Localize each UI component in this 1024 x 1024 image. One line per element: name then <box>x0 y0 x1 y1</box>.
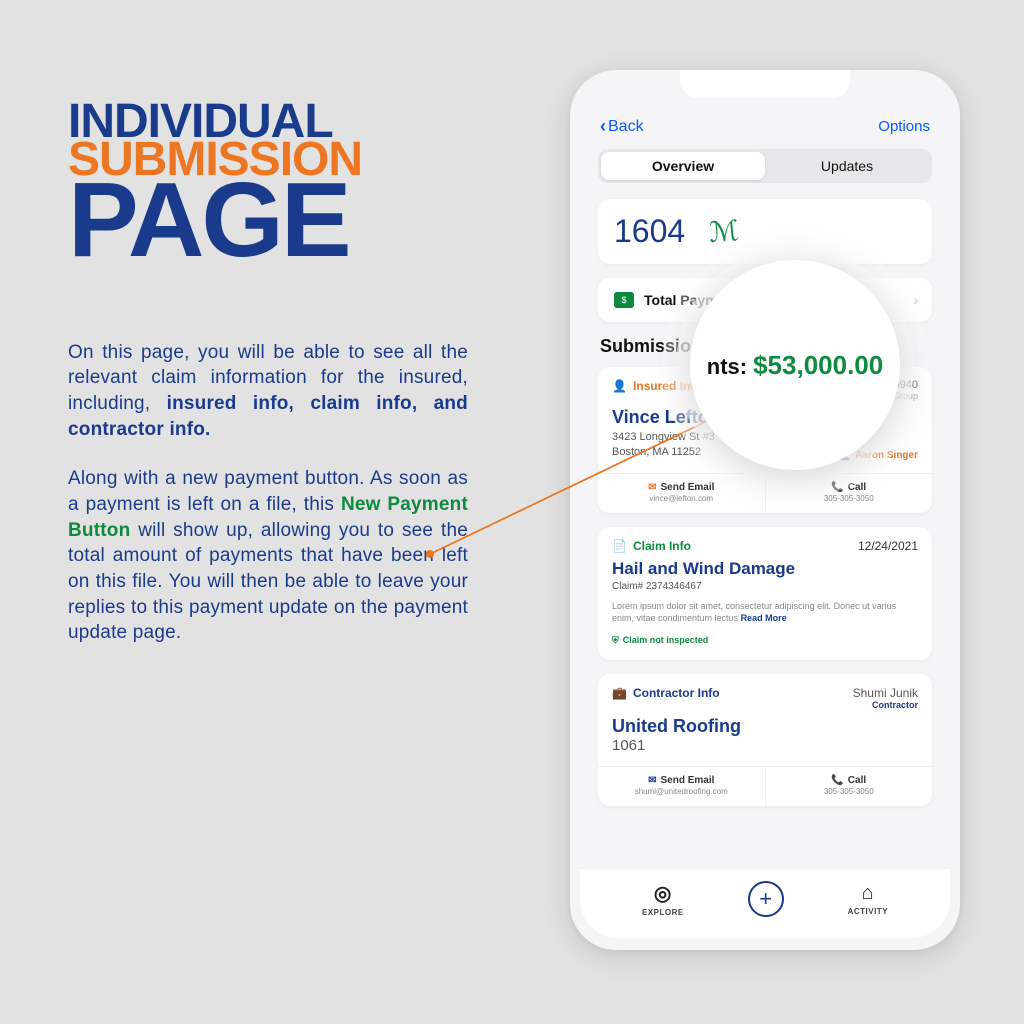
claim-status-chip: ⛨ Claim not inspected <box>612 635 918 660</box>
contractor-send-email-button[interactable]: ✉ Send Email shumi@unitedroofing.com <box>598 767 766 806</box>
description-block: On this page, you will be able to see al… <box>68 340 468 646</box>
magnifier-amount: $53,000.00 <box>753 350 883 381</box>
plus-icon: + <box>759 886 772 912</box>
claim-description: Lorem ipsum dolor sit amet, consectetur … <box>612 600 918 625</box>
contractor-person: Shumi Junik Contractor <box>853 686 918 710</box>
description-paragraph-1: On this page, you will be able to see al… <box>68 340 468 443</box>
contractor-company: United Roofing <box>612 716 918 737</box>
insured-actions: ✉ Send Email vince@lefton.com 📞 Call 305-3… <box>598 473 932 513</box>
contractor-number: 1061 <box>612 737 918 754</box>
assignee-name: Aaron Singer <box>855 450 918 461</box>
compass-icon: ◎ <box>642 881 684 906</box>
status-icon: ⛨ <box>612 635 619 646</box>
contractor-email-label: Send Email <box>660 775 714 786</box>
contractor-label: Contractor Info <box>633 686 720 700</box>
headline-block: INDIVIDUAL SUBMISSION PAGE <box>68 100 488 270</box>
contractor-email-value: shumi@unitedroofing.com <box>598 787 765 796</box>
signature-number: 1604 <box>614 213 685 250</box>
contractor-call-button[interactable]: 📞 Call 305-305-3050 <box>766 767 933 806</box>
nav-explore[interactable]: ◎ EXPLORE <box>642 881 684 917</box>
nav-activity[interactable]: ⌂ ACTIVITY <box>848 882 888 916</box>
call-action-label: Call <box>848 482 866 493</box>
claim-title: Hail and Wind Damage <box>612 559 918 579</box>
phone-frame: ‹ Back Options Overview Updates 1604 ℳ $… <box>570 70 960 950</box>
bottom-nav: ◎ EXPLORE + ⌂ ACTIVITY <box>580 868 950 938</box>
description-paragraph-2: Along with a new payment button. As soon… <box>68 466 468 645</box>
briefcase-icon: 💼 <box>612 686 627 700</box>
claim-number: Claim# 2374346467 <box>612 581 918 592</box>
contractor-person-name: Shumi Junik <box>853 686 918 700</box>
contractor-info-card: 💼 Contractor Info Shumi Junik Contractor… <box>598 674 932 806</box>
send-email-button[interactable]: ✉ Send Email vince@lefton.com <box>598 474 766 513</box>
options-button[interactable]: Options <box>878 118 930 135</box>
document-icon: 📄 <box>612 539 627 553</box>
insured-info-header: 👤 Insured Info <box>612 379 702 393</box>
left-text-panel: INDIVIDUAL SUBMISSION PAGE On this page,… <box>68 100 488 670</box>
headline-line-3: PAGE <box>68 172 488 270</box>
phone-screen: ‹ Back Options Overview Updates 1604 ℳ $… <box>580 82 950 938</box>
phone-value: 305-305-3050 <box>766 494 933 503</box>
phone-icon: 📞 <box>831 775 843 786</box>
back-button[interactable]: ‹ Back <box>600 116 644 137</box>
magnifier-label-fragment: nts: <box>707 354 747 380</box>
nav-explore-label: EXPLORE <box>642 908 684 917</box>
signature-card[interactable]: 1604 ℳ <box>598 199 932 264</box>
insured-address: 3423 Longview St #3 Boston, MA 11252 <box>612 430 715 461</box>
phone-mockup: ‹ Back Options Overview Updates 1604 ℳ $… <box>570 70 960 970</box>
contractor-info-header: 💼 Contractor Info <box>612 686 720 700</box>
contractor-actions: ✉ Send Email shumi@unitedroofing.com 📞 Cal… <box>598 766 932 806</box>
chevron-right-icon: › <box>913 292 918 308</box>
nav-activity-label: ACTIVITY <box>848 907 888 916</box>
mail-icon: ✉ <box>648 482 656 493</box>
tab-overview[interactable]: Overview <box>601 152 765 180</box>
claim-label: Claim Info <box>633 539 691 553</box>
contractor-call-label: Call <box>848 775 866 786</box>
contractor-role: Contractor <box>853 700 918 710</box>
person-icon: 👤 <box>612 379 627 393</box>
address-line-1: 3423 Longview St #3 <box>612 430 715 445</box>
contractor-phone-value: 305-305-3050 <box>766 787 933 796</box>
mail-icon: ✉ <box>648 775 656 786</box>
nav-add-button[interactable]: + <box>748 881 784 917</box>
claim-status-text: Claim not inspected <box>623 635 709 645</box>
claim-date: 12/24/2021 <box>858 539 918 553</box>
phone-icon: 📞 <box>831 482 843 493</box>
magnifier-callout: nts: $53,000.00 <box>690 260 900 470</box>
payments-icon: $ <box>614 292 634 308</box>
bell-icon: ⌂ <box>848 882 888 905</box>
call-button[interactable]: 📞 Call 305-305-3050 <box>766 474 933 513</box>
claim-info-card: 📄 Claim Info 12/24/2021 Hail and Wind Da… <box>598 527 932 660</box>
read-more-link[interactable]: Read More <box>741 613 787 623</box>
phone-notch <box>680 70 850 98</box>
signature-icon: ℳ <box>708 213 741 249</box>
tab-updates[interactable]: Updates <box>765 152 929 180</box>
email-action-label: Send Email <box>660 482 714 493</box>
email-value: vince@lefton.com <box>598 494 765 503</box>
segmented-control: Overview Updates <box>598 149 932 183</box>
claim-info-header: 📄 Claim Info <box>612 539 691 553</box>
back-label: Back <box>608 118 644 136</box>
chevron-left-icon: ‹ <box>600 116 606 137</box>
claim-date-value: 12/24/2021 <box>858 539 918 553</box>
top-bar: ‹ Back Options <box>592 112 938 149</box>
address-line-2: Boston, MA 11252 <box>612 445 715 460</box>
